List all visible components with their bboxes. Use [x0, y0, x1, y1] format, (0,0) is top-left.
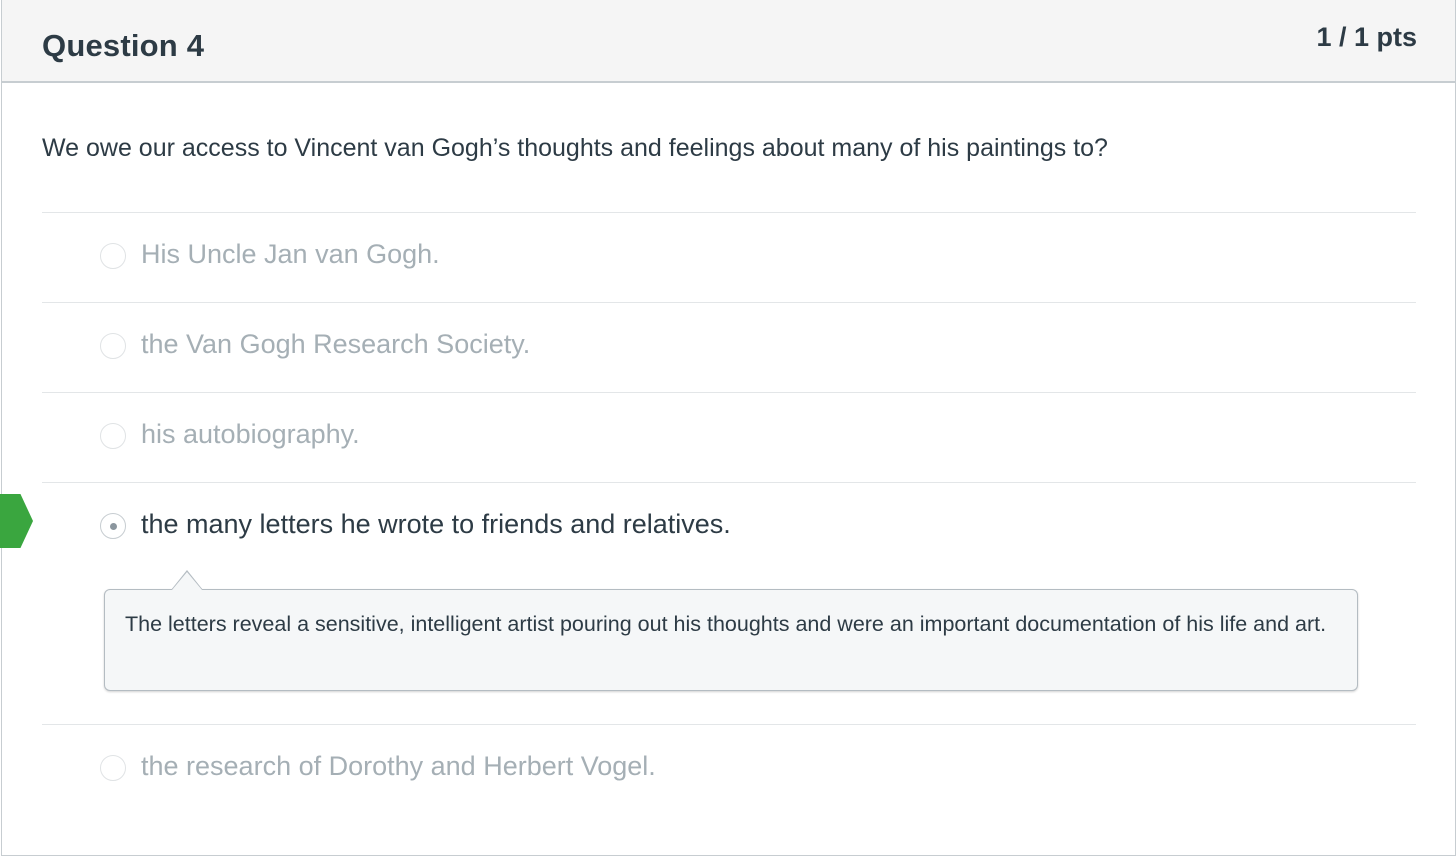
answer-label: His Uncle Jan van Gogh. — [141, 239, 440, 269]
question-text: We owe our access to Vincent van Gogh’s … — [42, 134, 1108, 162]
answer-label: the research of Dorothy and Herbert Voge… — [141, 751, 656, 781]
answer-label: his autobiography. — [141, 419, 360, 449]
answer-option-selected[interactable]: the many letters he wrote to friends and… — [42, 483, 1416, 572]
feedback-pointer-fill — [172, 572, 202, 590]
feedback-text: The letters reveal a sensitive, intellig… — [125, 612, 1327, 636]
question-header: Question 4 1 / 1 pts — [2, 0, 1455, 83]
radio-button[interactable] — [100, 243, 126, 269]
radio-button-selected[interactable] — [100, 513, 126, 539]
quiz-question-card: Question 4 1 / 1 pts We owe our access t… — [1, 0, 1456, 856]
question-points: 1 / 1 pts — [1316, 22, 1417, 52]
answer-option[interactable]: his autobiography. — [42, 393, 1416, 482]
radio-button[interactable] — [100, 755, 126, 781]
answer-label: the many letters he wrote to friends and… — [141, 509, 731, 539]
feedback-comment-box: The letters reveal a sensitive, intellig… — [104, 589, 1358, 691]
answer-option[interactable]: the Van Gogh Research Society. — [42, 303, 1416, 392]
radio-button[interactable] — [100, 333, 126, 359]
answer-option[interactable]: the research of Dorothy and Herbert Voge… — [42, 725, 1416, 814]
radio-button[interactable] — [100, 423, 126, 449]
answer-option[interactable]: His Uncle Jan van Gogh. — [42, 213, 1416, 302]
answer-label: the Van Gogh Research Society. — [141, 329, 531, 359]
question-title: Question 4 — [42, 28, 205, 63]
